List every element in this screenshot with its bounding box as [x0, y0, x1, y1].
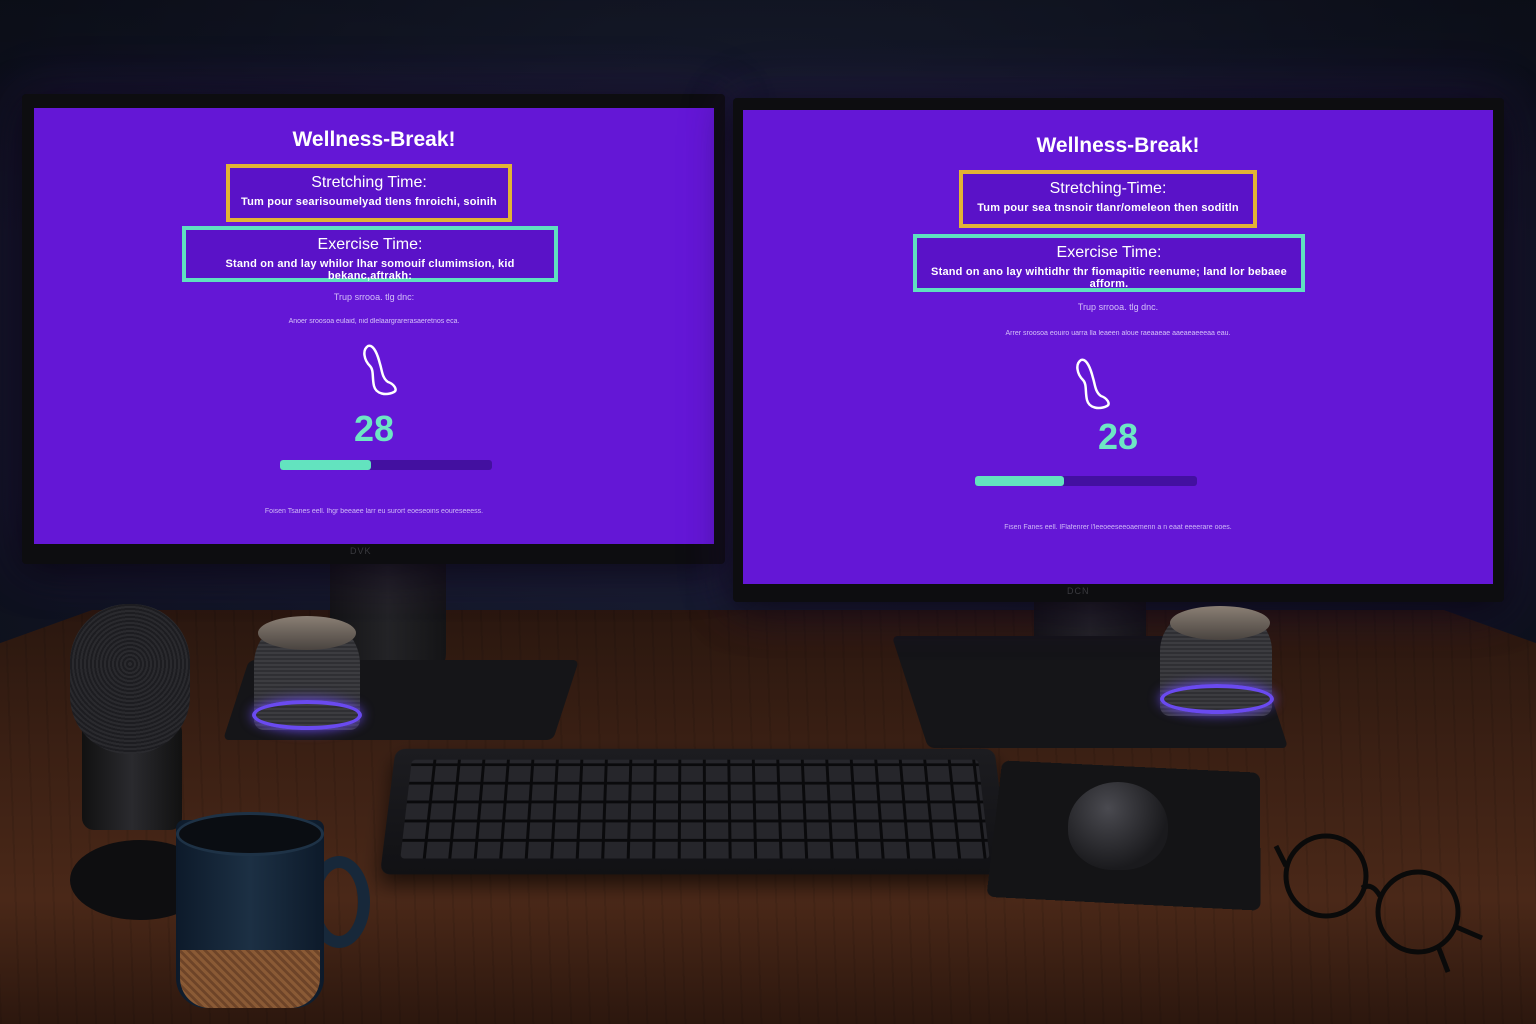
exercise-text: Stand on ano lay wihtidhr thr fiomapitic… — [931, 266, 1287, 290]
left-screen: Wellness-Break! Stretching Time: Tum pou… — [34, 108, 714, 544]
stretching-card: Stretching Time: Tum pour searisoumelyad… — [226, 164, 512, 222]
exercise-card: Exercise Time: Stand on ano lay wihtidhr… — [913, 234, 1305, 292]
exercise-heading: Exercise Time: — [1056, 244, 1162, 261]
mouse — [1068, 782, 1168, 870]
instruction-subnote: Arrer sroosoa eouiro uarra lla leaeen al… — [1005, 330, 1231, 337]
mug-cork-sleeve — [180, 950, 320, 1008]
foot-icon — [1076, 358, 1110, 410]
progress-bar — [280, 460, 492, 470]
countdown-timer: 28 — [353, 408, 395, 449]
stretching-heading: Stretching-Time: — [1049, 180, 1167, 197]
progress-fill — [280, 460, 372, 470]
right-monitor: Wellness-Break! Stretching-Time: Tum pou… — [733, 98, 1504, 602]
eyeglasses — [1273, 833, 1483, 973]
footer-text: Foisen Tsanes eell. lhgr beeaee larr eu … — [264, 508, 484, 515]
mug-rim — [176, 812, 324, 856]
break-title: Wellness-Break! — [292, 128, 456, 151]
footer-text: Fisen Fanes eell. lFlafenrer l'leeoeesee… — [1004, 524, 1232, 531]
left-speaker-light — [252, 700, 362, 730]
stretching-card: Stretching-Time: Tum pour sea tnsnoir tl… — [959, 170, 1257, 228]
stretching-text: Tum pour searisoumelyad tlens fnroichi, … — [241, 196, 497, 208]
instruction-note: Trup srrooa. tlg dnc. — [1077, 302, 1159, 312]
stretching-heading: Stretching Time: — [311, 174, 427, 191]
instruction-note: Trup srrooa. tlg dnc: — [333, 292, 415, 302]
left-monitor: Wellness-Break! Stretching Time: Tum pou… — [22, 94, 725, 564]
left-speaker-top — [258, 616, 356, 650]
exercise-text: Stand on and lay whilor lhar somouif clu… — [225, 258, 515, 282]
keyboard-keys — [400, 759, 990, 859]
right-speaker-light — [1160, 684, 1274, 714]
progress-bar — [975, 476, 1197, 486]
right-speaker-top — [1170, 606, 1270, 640]
stretching-text: Tum pour sea tnsnoir tlanr/omeleon then … — [977, 202, 1239, 214]
progress-fill — [975, 476, 1064, 486]
exercise-heading: Exercise Time: — [317, 236, 423, 253]
monitor-brand-logo: DVK — [350, 546, 372, 556]
exercise-card: Exercise Time: Stand on and lay whilor l… — [182, 226, 558, 282]
right-screen: Wellness-Break! Stretching-Time: Tum pou… — [743, 110, 1493, 584]
countdown-timer: 28 — [1097, 416, 1139, 457]
instruction-subnote: Anoer sroosoa eulaid, nid dlelaargrarera… — [288, 318, 460, 325]
foot-icon — [363, 344, 397, 396]
keyboard — [379, 748, 1011, 875]
microphone — [70, 604, 190, 754]
break-title: Wellness-Break! — [1036, 134, 1200, 157]
monitor-brand-logo: DCN — [1067, 586, 1090, 596]
